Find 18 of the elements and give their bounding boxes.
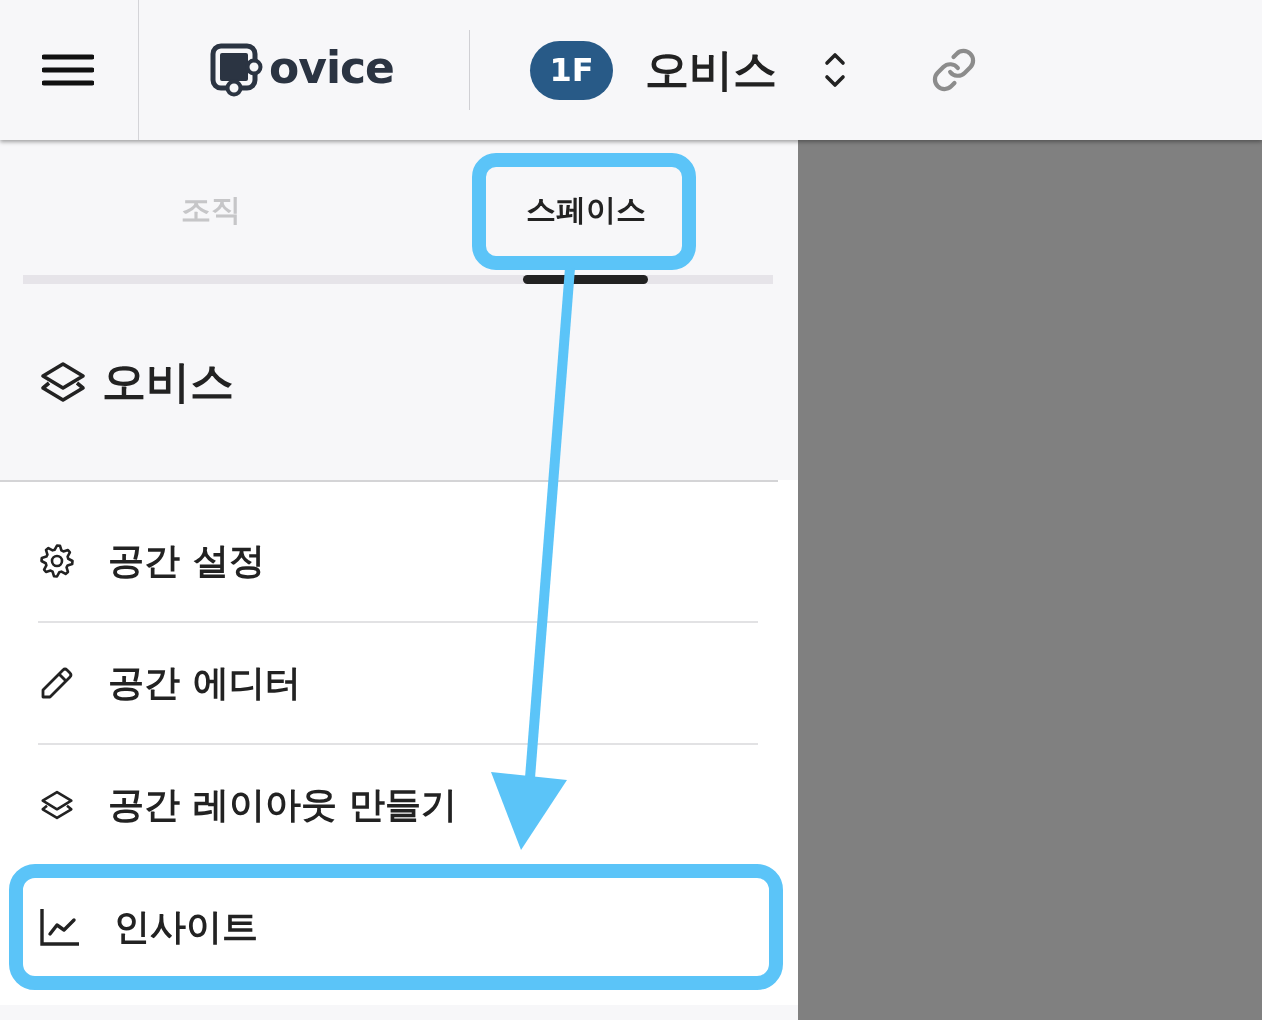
logo-text: ovice [269,46,394,94]
gear-icon [40,544,74,578]
menu-item[interactable]: 공간 설정 [0,501,798,621]
menu-item[interactable]: 공간 에디터 [0,623,798,743]
tab[interactable]: 스페이스 [398,153,773,275]
layers-icon [40,361,86,403]
line-chart-icon [40,908,80,946]
link-icon[interactable] [931,47,977,93]
floor-badge: 1F [530,40,613,100]
up-down-chevron-icon[interactable] [823,51,847,89]
menu-item[interactable]: 공간 레이아웃 만들기 [0,745,798,865]
layers-icon [40,790,74,820]
menu-item[interactable]: 인사이트 [0,867,798,987]
pencil-icon [40,666,74,700]
logo-icon [210,43,264,97]
space-name: 오비스 [645,45,777,95]
menu-icon[interactable] [42,54,94,86]
space-title: 오비스 [102,357,234,407]
